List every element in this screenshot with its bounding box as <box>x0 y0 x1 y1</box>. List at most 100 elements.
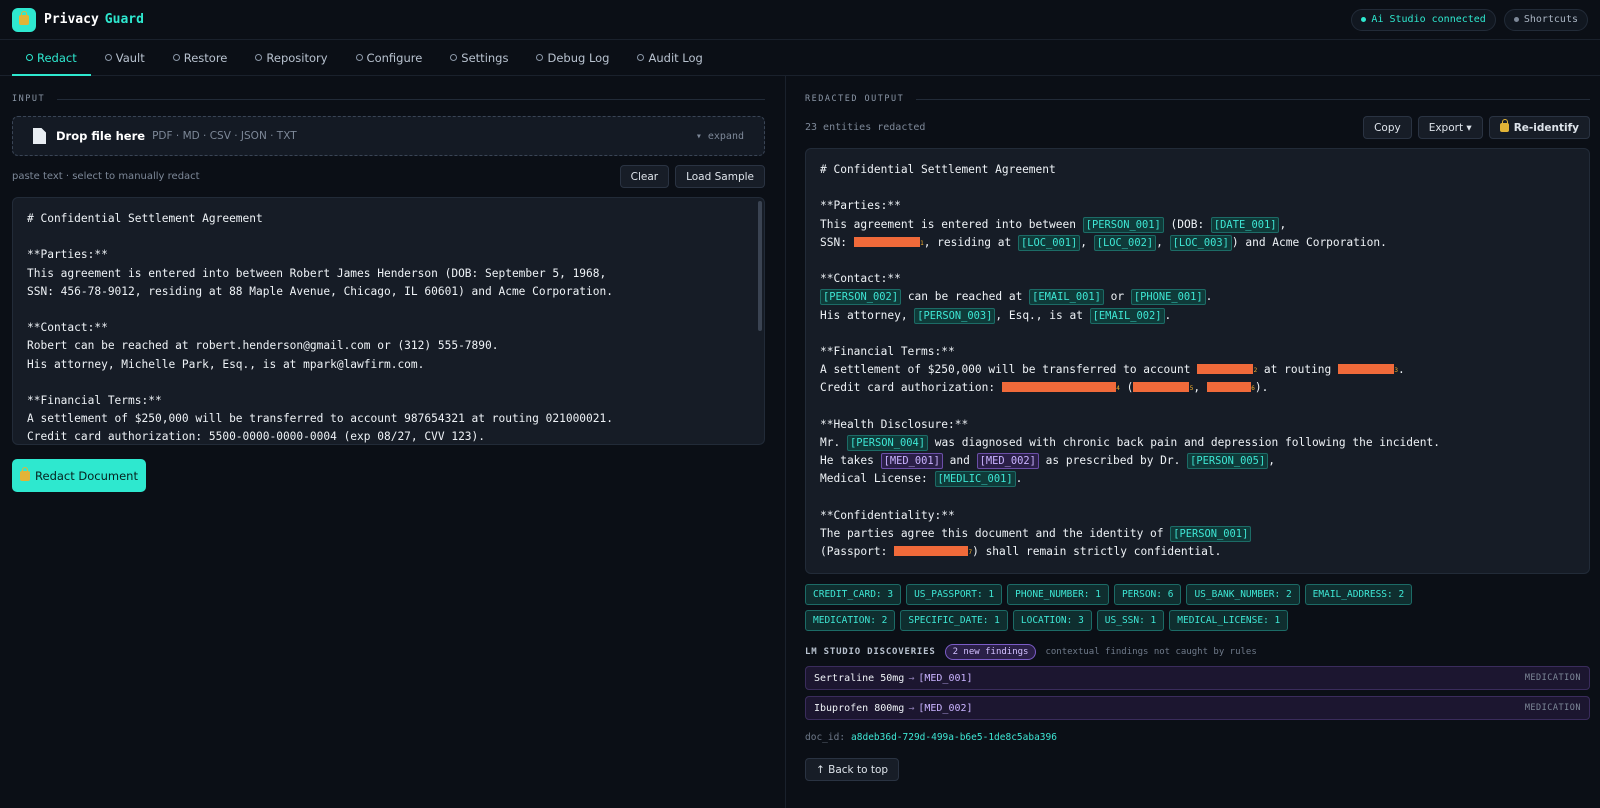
entity-count-chip[interactable]: US_PASSPORT: 1 <box>906 584 1003 605</box>
status-dot-icon <box>1361 17 1367 22</box>
entity-count-chip[interactable]: PERSON: 6 <box>1113 584 1182 605</box>
copy-button[interactable]: Copy <box>1363 116 1412 139</box>
output-text: . <box>1205 290 1213 304</box>
finding-row[interactable]: Ibuprofen 800mg → [MED_002] MEDICATION <box>805 696 1590 720</box>
output-text: . <box>1398 363 1405 377</box>
entity-token[interactable]: [PHONE_001] <box>1130 289 1206 306</box>
redaction-index: 3 <box>1394 367 1399 375</box>
entity-token[interactable]: [MED_001] <box>880 453 943 469</box>
load-sample-button[interactable]: Load Sample <box>675 165 765 188</box>
output-text: Mr. <box>820 435 847 449</box>
entity-count-chip[interactable]: LOCATION: 3 <box>1012 610 1092 631</box>
entity-token[interactable]: [PERSON_003] <box>914 307 996 324</box>
output-line: Credit card authorization: 4 (5, 6). <box>820 379 1575 397</box>
entity-count-chip[interactable]: MEDICATION: 2 <box>805 610 896 631</box>
entity-count-chip[interactable]: MEDICAL_LICENSE: 1 <box>1169 610 1289 631</box>
entity-count-chip[interactable]: US_SSN: 1 <box>1096 610 1165 631</box>
output-text: or <box>1103 290 1131 304</box>
redaction-bar[interactable]: 1 <box>853 236 924 247</box>
finding-token: [MED_002] <box>918 702 973 714</box>
tab-configure[interactable]: Configure <box>342 40 437 75</box>
input-text[interactable]: # Confidential Settlement Agreement **Pa… <box>13 198 764 444</box>
output-line: **Confidentiality:** <box>820 507 1575 525</box>
output-text: His attorney, <box>820 308 915 322</box>
output-line: (Passport: 7) shall remain strictly conf… <box>820 543 1575 561</box>
shortcuts-button[interactable]: Shortcuts <box>1503 8 1588 31</box>
entity-token[interactable]: [EMAIL_001] <box>1029 289 1104 306</box>
back-to-top-button[interactable]: ↑ Back to top <box>805 758 900 781</box>
connection-status: Ai Studio connected <box>1351 8 1496 31</box>
entity-count-chip[interactable]: US_BANK_NUMBER: 2 <box>1186 584 1300 605</box>
entity-token[interactable]: [PERSON_001] <box>1170 525 1252 542</box>
tab-audit-log[interactable]: Audit Log <box>623 40 716 75</box>
output-text: ) shall remain strictly confidential. <box>972 544 1222 558</box>
input-scrollbar[interactable] <box>758 201 762 331</box>
output-text: as prescribed by Dr. <box>1038 454 1188 467</box>
redact-document-label: Redact Document <box>35 468 138 483</box>
entity-token[interactable]: [MED_002] <box>976 453 1039 469</box>
redaction-bar[interactable]: 7 <box>894 545 972 556</box>
redaction-bar[interactable]: 2 <box>1197 364 1257 375</box>
redaction-bar[interactable]: 3 <box>1338 364 1398 375</box>
output-text: and <box>942 454 977 467</box>
redaction-index: 5 <box>1189 385 1194 393</box>
expand-toggle[interactable]: ▾ expand <box>696 131 744 142</box>
entity-token[interactable]: [PERSON_001] <box>1082 216 1164 233</box>
tab-repository[interactable]: Repository <box>241 40 341 75</box>
entity-token[interactable]: [LOC_001] <box>1017 234 1081 251</box>
section-divider <box>57 98 765 100</box>
entity-token[interactable]: [PERSON_002] <box>820 289 902 306</box>
entity-count-chip[interactable]: EMAIL_ADDRESS: 2 <box>1304 584 1413 605</box>
entity-token[interactable]: [MEDLIC_001] <box>934 471 1016 488</box>
app-title: Privacy Guard <box>44 12 144 27</box>
redaction-bar[interactable]: 6 <box>1206 382 1255 393</box>
lock-icon <box>1499 119 1509 132</box>
redact-document-button[interactable]: Redact Document <box>12 459 146 492</box>
entity-token[interactable]: [PERSON_004] <box>846 434 929 451</box>
entity-token[interactable]: [EMAIL_002] <box>1089 307 1165 324</box>
lock-icon <box>20 466 31 481</box>
entity-count-chip[interactable]: SPECIFIC_DATE: 1 <box>900 610 1008 631</box>
redaction-index: 4 <box>1116 385 1120 393</box>
clear-button[interactable]: Clear <box>619 165 670 188</box>
output-text: can be reached at <box>901 290 1030 304</box>
entity-token[interactable]: [DATE_001] <box>1210 216 1280 233</box>
dropzone-title: Drop file here <box>56 129 146 143</box>
tab-label: Restore <box>183 50 228 65</box>
tab-label: Debug Log <box>547 50 610 65</box>
export-dropdown-button[interactable]: Export ▾ <box>1417 116 1483 139</box>
tab-restore[interactable]: Restore <box>159 40 242 75</box>
redaction-index: 7 <box>968 548 973 556</box>
entity-count-chip[interactable]: PHONE_NUMBER: 1 <box>1007 584 1109 605</box>
re-identify-button[interactable]: Re-identify <box>1488 116 1590 139</box>
output-line: The parties agree this document and the … <box>820 525 1575 543</box>
app-name: Privacy <box>44 12 99 27</box>
output-text: This agreement is entered into between <box>820 217 1083 231</box>
tab-vault[interactable]: Vault <box>91 40 159 75</box>
redaction-bar[interactable]: 4 <box>1001 382 1120 393</box>
output-text: , <box>1156 235 1170 249</box>
tab-label: Redact <box>37 50 77 65</box>
entity-token[interactable]: [LOC_002] <box>1093 234 1157 251</box>
redaction-bar[interactable]: 5 <box>1133 382 1193 393</box>
file-icon <box>33 128 46 144</box>
tab-label: Settings <box>461 50 509 65</box>
finding-name: Ibuprofen 800mg <box>814 702 905 714</box>
input-textarea[interactable]: # Confidential Settlement Agreement **Pa… <box>12 197 765 445</box>
file-dropzone[interactable]: Drop file here PDF · MD · CSV · JSON · T… <box>12 116 765 156</box>
entity-count: 23 entities redacted <box>805 122 926 133</box>
tab-redact[interactable]: Redact <box>12 40 91 76</box>
app-name-accent: Guard <box>104 12 144 27</box>
lock-icon <box>19 10 29 25</box>
finding-row[interactable]: Sertraline 50mg → [MED_001] MEDICATION <box>805 666 1590 690</box>
entity-token[interactable]: [LOC_003] <box>1169 234 1232 251</box>
tab-debug-log[interactable]: Debug Log <box>522 40 623 75</box>
tab-settings[interactable]: Settings <box>436 40 522 75</box>
entity-count-chip[interactable]: CREDIT_CARD: 3 <box>805 584 902 605</box>
tab-circle-icon <box>450 54 458 61</box>
output-text: . <box>1164 308 1172 322</box>
entity-token[interactable]: [PERSON_005] <box>1187 453 1269 469</box>
output-text: ( <box>1119 381 1134 395</box>
